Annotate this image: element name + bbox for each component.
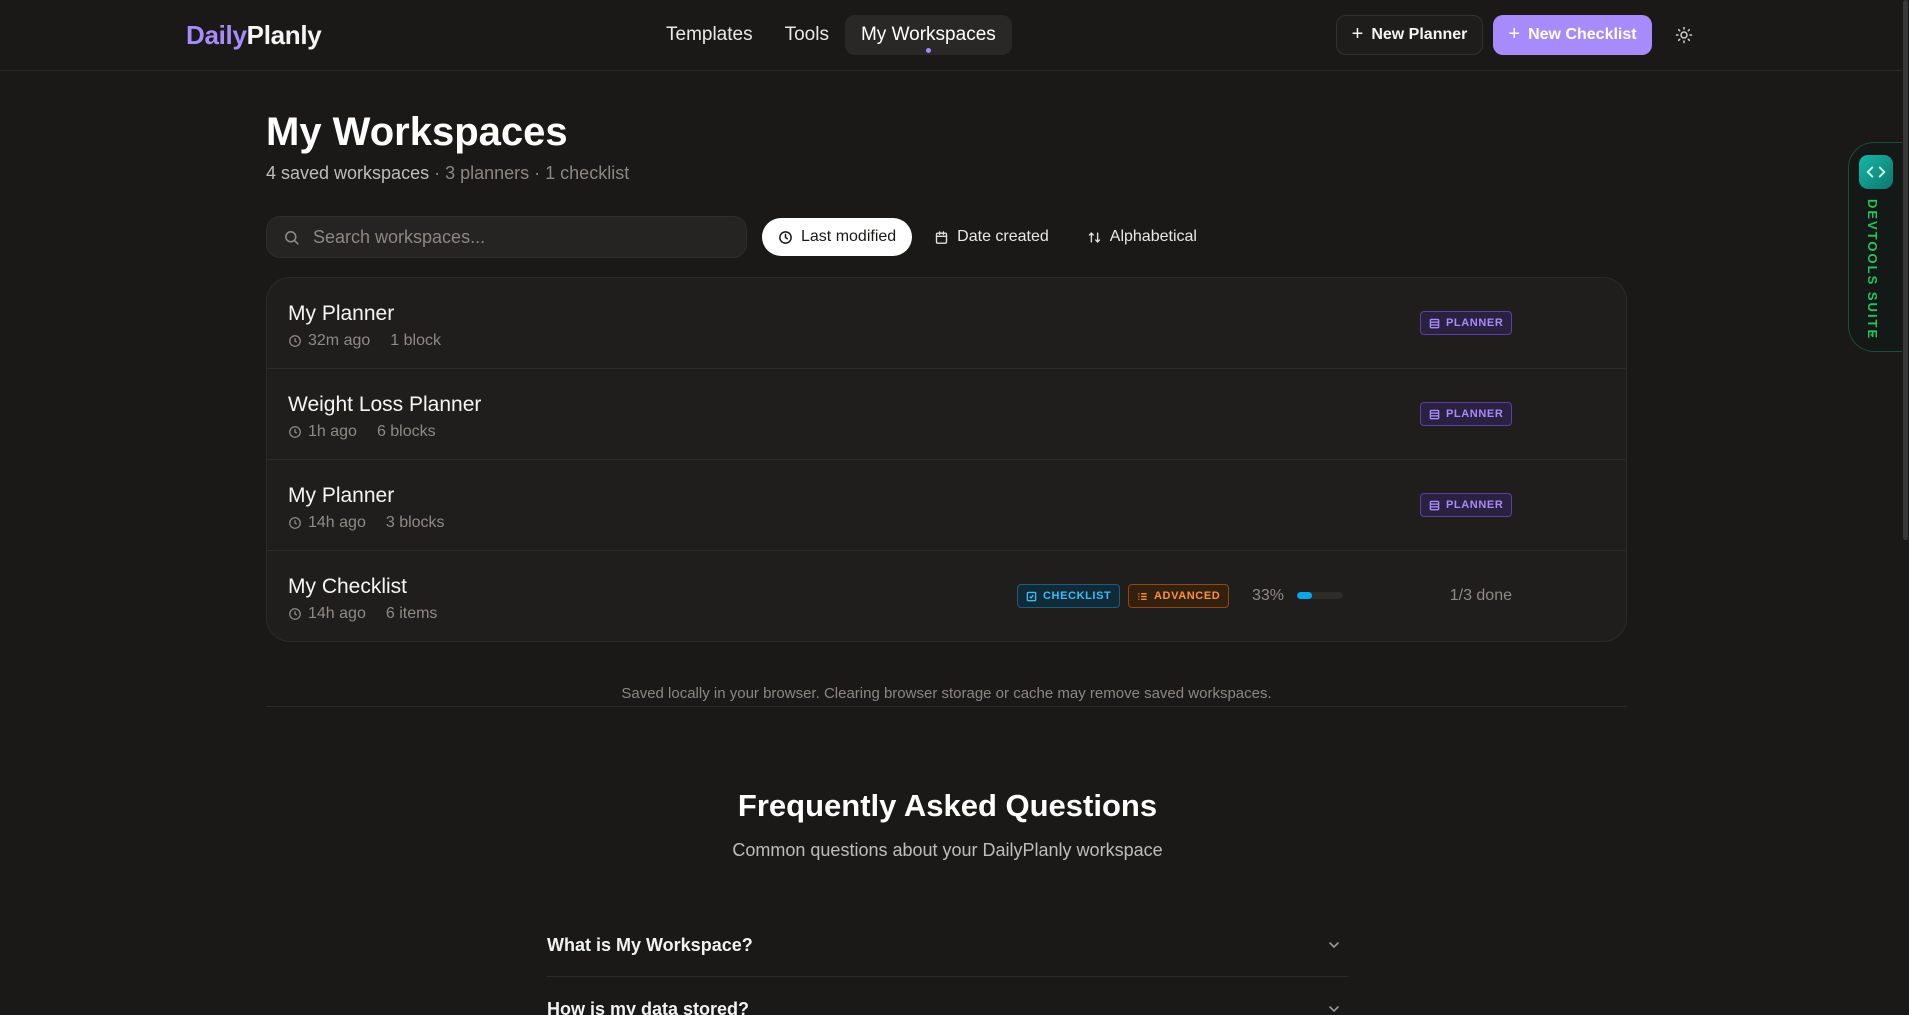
faq-item[interactable]: What is My Workspace? (547, 913, 1348, 977)
devtools-suite-label: DEVTOOLS SUITE (1865, 199, 1880, 341)
faq-title: Frequently Asked Questions (737, 788, 1158, 823)
sort-alphabetical[interactable]: Alphabetical (1071, 218, 1213, 256)
devtools-logo-icon (1859, 155, 1893, 189)
checklist-badge-label: CHECKLIST (1043, 590, 1112, 602)
workspace-row[interactable]: My Checklist 14h ago 6 items CHECKLIST A… (267, 551, 1626, 641)
nav-templates[interactable]: Templates (650, 15, 769, 55)
new-planner-button[interactable]: + New Planner (1336, 15, 1483, 55)
layout-icon (1429, 318, 1440, 328)
workspace-list: My Planner 32m ago 1 block PLANNER Weigh… (266, 277, 1627, 642)
chevron-down-icon (1329, 1006, 1339, 1013)
top-header: DailyPlanly Templates Tools My Workspace… (0, 0, 1909, 71)
page-title: My Workspaces (266, 110, 568, 154)
workspace-row[interactable]: My Planner 14h ago 3 blocks PLANNER (267, 460, 1626, 551)
faq-item[interactable]: How is my data stored? (547, 977, 1348, 1015)
checklist-badge: CHECKLIST (1017, 584, 1121, 608)
brand-logo[interactable]: DailyPlanly (186, 20, 322, 51)
plus-icon: + (1508, 23, 1521, 45)
active-indicator-dot (926, 48, 932, 53)
clock-icon (779, 230, 792, 244)
new-planner-label: New Planner (1371, 26, 1468, 43)
plus-icon: + (1351, 23, 1364, 45)
sun-icon (1675, 26, 1693, 44)
advanced-badge: ADVANCED (1128, 584, 1230, 608)
planner-badge-label: PLANNER (1446, 408, 1504, 420)
workspace-modified-time: 14h ago (308, 605, 366, 622)
faq-question: How is my data stored? (547, 999, 750, 1015)
sort-alphabetical-label: Alphabetical (1109, 228, 1197, 245)
storage-note: Saved locally in your browser. Clearing … (621, 685, 1272, 702)
new-checklist-button[interactable]: + New Checklist (1493, 15, 1652, 55)
workspace-title: My Checklist (288, 575, 408, 598)
workspace-row[interactable]: My Planner 32m ago 1 block PLANNER (267, 278, 1626, 369)
workspace-block-count: 6 blocks (376, 423, 436, 440)
brand-logo-planly: Planly (246, 20, 322, 50)
workspace-meta: 1h ago 6 blocks (288, 423, 436, 441)
progress-bar-fill (1297, 592, 1313, 599)
planner-badge: PLANNER (1420, 311, 1513, 335)
sort-last-modified[interactable]: Last modified (762, 218, 913, 256)
workspace-summary: 4 saved workspaces · 3 planners · 1 chec… (266, 163, 629, 184)
list-icon (1138, 592, 1147, 600)
progress-percent: 33% (1252, 587, 1285, 604)
checkbox-icon (1026, 591, 1037, 601)
theme-toggle-button[interactable] (1672, 23, 1696, 47)
planner-badge-label: PLANNER (1446, 499, 1504, 511)
workspace-title: My Planner (288, 302, 395, 325)
advanced-badge-label: ADVANCED (1154, 590, 1221, 602)
faq-subtitle: Common questions about your DailyPlanly … (732, 840, 1163, 860)
nav-my-workspaces[interactable]: My Workspaces (844, 15, 1012, 55)
nav-my-workspaces-label: My Workspaces (860, 24, 996, 45)
planner-badge: PLANNER (1420, 493, 1513, 517)
search-box (266, 216, 747, 258)
sort-date-created[interactable]: Date created (918, 218, 1065, 256)
workspace-modified-time: 32m ago (308, 332, 371, 349)
workspace-block-count: 1 block (390, 332, 441, 349)
sort-last-modified-label: Last modified (801, 228, 897, 245)
workspace-title: My Planner (288, 484, 395, 507)
sort-date-created-label: Date created (957, 228, 1049, 245)
scrollbar-thumb[interactable] (1903, 0, 1908, 540)
faq-question: What is My Workspace? (547, 935, 753, 955)
brand-logo-daily: Daily (186, 20, 247, 50)
clock-icon (289, 335, 301, 347)
workspace-title: Weight Loss Planner (288, 393, 482, 416)
workspace-count: 4 saved workspaces (266, 163, 430, 183)
nav-tools[interactable]: Tools (769, 15, 845, 55)
planner-badge-label: PLANNER (1446, 317, 1504, 329)
workspace-row[interactable]: Weight Loss Planner 1h ago 6 blocks PLAN… (267, 369, 1626, 460)
layout-icon (1429, 500, 1440, 510)
workspace-breakdown: · 3 planners · 1 checklist (434, 163, 630, 183)
workspace-meta: 32m ago 1 block (288, 332, 441, 350)
clock-icon (289, 608, 301, 620)
workspace-modified-time: 1h ago (308, 423, 357, 440)
clock-icon (289, 517, 301, 529)
sort-options: Last modified Date created Alphabetical (762, 218, 1213, 256)
clock-icon (289, 426, 301, 438)
workspace-meta: 14h ago 6 items (288, 605, 437, 623)
planner-badge: PLANNER (1420, 402, 1513, 426)
progress-bar (1297, 592, 1343, 599)
layout-icon (1429, 409, 1440, 419)
page-scrollbar[interactable] (1902, 0, 1909, 1015)
search-icon (285, 231, 299, 245)
workspace-item-count: 6 items (385, 605, 438, 622)
calendar-icon (935, 230, 948, 244)
new-checklist-label: New Checklist (1528, 26, 1637, 43)
devtools-suite-tab[interactable]: DEVTOOLS SUITE ‹ (1848, 142, 1909, 352)
done-count: 1/3 done (1449, 587, 1512, 604)
search-input[interactable] (313, 217, 733, 257)
section-divider (266, 706, 1627, 707)
sort-arrows-icon (1088, 231, 1100, 243)
workspace-block-count: 3 blocks (385, 514, 445, 531)
workspace-meta: 14h ago 3 blocks (288, 514, 445, 532)
workspace-modified-time: 14h ago (308, 514, 366, 531)
chevron-down-icon (1329, 942, 1339, 949)
main-nav: Templates Tools My Workspaces (650, 15, 1012, 55)
chevron-left-icon: ‹ (1870, 329, 1874, 341)
